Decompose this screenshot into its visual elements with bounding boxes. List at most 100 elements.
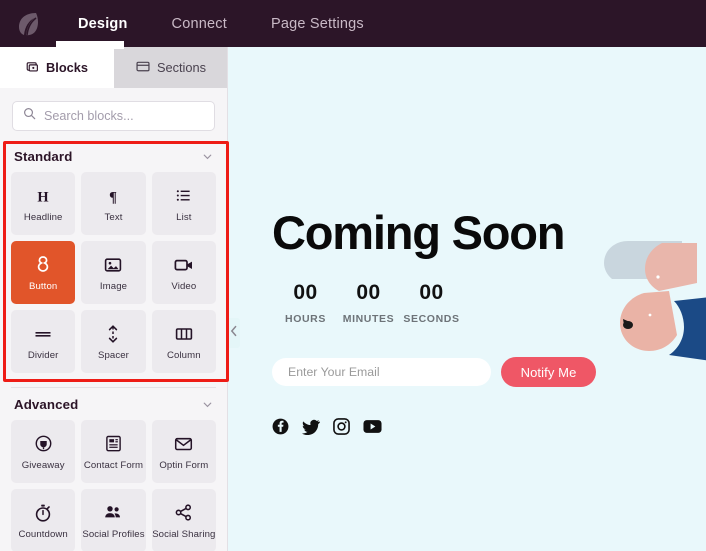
countdown-minutes-value: 00 bbox=[356, 281, 381, 304]
page-preview-canvas: Coming Soon 00 HOURS 00 MINUTES 00 SECON… bbox=[228, 47, 706, 551]
image-icon bbox=[104, 254, 122, 276]
countdown-minutes-label: MINUTES bbox=[342, 313, 395, 325]
block-tile-text-label: Text bbox=[104, 211, 123, 223]
countdown-seconds-value: 00 bbox=[419, 281, 444, 304]
tab-blocks-label: Blocks bbox=[46, 60, 88, 75]
block-tile-divider-label: Divider bbox=[27, 349, 59, 361]
advanced-blocks-grid: Giveaway Contact Form Optin Form Countdo… bbox=[11, 420, 216, 551]
countdown-hours-label: HOURS bbox=[285, 313, 326, 325]
tab-blocks[interactable]: Blocks bbox=[0, 47, 114, 88]
block-tile-headline-label: Headline bbox=[23, 211, 63, 223]
giveaway-icon bbox=[34, 433, 53, 455]
columns-icon bbox=[175, 323, 193, 345]
stopwatch-icon bbox=[34, 502, 52, 524]
countdown-hours-value: 00 bbox=[293, 281, 318, 304]
main-nav-tabs: Design Connect Page Settings bbox=[56, 0, 386, 47]
svg-text:H: H bbox=[38, 189, 49, 205]
block-tile-contact-form[interactable]: Contact Form bbox=[81, 420, 146, 483]
block-tile-spacer[interactable]: Spacer bbox=[81, 310, 146, 373]
block-tile-button[interactable]: Button bbox=[11, 241, 76, 304]
blocks-sidebar: Blocks Sections Search blocks... Standar… bbox=[0, 47, 228, 551]
paragraph-icon: ¶ bbox=[104, 185, 122, 207]
block-tile-social-sharing-label: Social Sharing bbox=[152, 528, 216, 540]
block-tile-social-profiles-label: Social Profiles bbox=[82, 528, 145, 540]
people-icon bbox=[103, 502, 123, 524]
optin-form: Notify Me bbox=[272, 357, 596, 387]
envelope-icon bbox=[174, 433, 193, 455]
block-tile-social-sharing[interactable]: Social Sharing bbox=[151, 489, 216, 551]
nav-tab-design[interactable]: Design bbox=[56, 0, 150, 47]
list-icon bbox=[175, 185, 192, 207]
block-tile-column[interactable]: Column bbox=[151, 310, 216, 373]
search-blocks-box[interactable] bbox=[12, 101, 215, 131]
group-standard-title: Standard bbox=[14, 149, 73, 164]
tab-sections-label: Sections bbox=[156, 60, 207, 75]
nav-tab-connect[interactable]: Connect bbox=[150, 0, 249, 47]
standard-blocks-grid: H Headline ¶ Text List Button Image Vide… bbox=[11, 172, 216, 373]
group-advanced: Advanced Giveaway Contact Form Optin For… bbox=[0, 388, 227, 551]
block-tile-button-label: Button bbox=[28, 280, 58, 292]
block-tile-countdown[interactable]: Countdown bbox=[11, 489, 76, 551]
countdown-unit-minutes: 00 MINUTES bbox=[337, 281, 400, 325]
notify-me-button[interactable]: Notify Me bbox=[501, 357, 596, 387]
chevron-down-icon[interactable] bbox=[201, 150, 214, 163]
youtube-icon[interactable] bbox=[363, 419, 382, 434]
group-advanced-title: Advanced bbox=[14, 397, 79, 412]
block-tile-headline[interactable]: H Headline bbox=[11, 172, 76, 235]
search-input[interactable] bbox=[44, 109, 204, 123]
block-tile-giveaway-label: Giveaway bbox=[21, 459, 65, 471]
button-cursor-icon bbox=[34, 254, 52, 276]
leaf-logo-icon[interactable] bbox=[0, 0, 56, 47]
nav-tab-connect-label: Connect bbox=[171, 15, 227, 32]
nav-tab-page-settings[interactable]: Page Settings bbox=[249, 0, 386, 47]
block-tile-image[interactable]: Image bbox=[81, 241, 146, 304]
nav-tab-page-settings-label: Page Settings bbox=[270, 15, 364, 32]
svg-text:¶: ¶ bbox=[110, 189, 118, 205]
group-standard-header[interactable]: Standard bbox=[11, 140, 216, 172]
search-area bbox=[0, 88, 227, 140]
block-tile-social-profiles[interactable]: Social Profiles bbox=[81, 489, 146, 551]
block-tile-column-label: Column bbox=[166, 349, 201, 361]
block-tile-optin-form[interactable]: Optin Form bbox=[151, 420, 216, 483]
spacer-arrows-icon bbox=[106, 323, 120, 345]
chevron-down-icon[interactable] bbox=[201, 398, 214, 411]
tab-sections[interactable]: Sections bbox=[114, 47, 227, 88]
chevron-left-icon bbox=[230, 324, 238, 342]
block-tile-optin-form-label: Optin Form bbox=[159, 459, 209, 471]
nav-tab-design-label: Design bbox=[78, 15, 128, 32]
block-tile-divider[interactable]: Divider bbox=[11, 310, 76, 373]
active-tab-indicator bbox=[56, 41, 124, 49]
group-advanced-header[interactable]: Advanced bbox=[11, 388, 216, 420]
instagram-icon[interactable] bbox=[333, 418, 350, 435]
sidebar-collapse-handle[interactable] bbox=[227, 318, 240, 348]
block-tile-countdown-label: Countdown bbox=[18, 528, 68, 540]
search-icon bbox=[23, 107, 36, 125]
countdown-seconds-label: SECONDS bbox=[403, 313, 460, 325]
email-input[interactable] bbox=[272, 358, 491, 386]
headline-icon: H bbox=[34, 185, 52, 207]
app-root: Design Connect Page Settings Blocks Sect… bbox=[0, 0, 706, 551]
block-tile-list-label: List bbox=[176, 211, 192, 223]
block-tile-text[interactable]: ¶ Text bbox=[81, 172, 146, 235]
block-tile-image-label: Image bbox=[99, 280, 128, 292]
block-tile-video[interactable]: Video bbox=[151, 241, 216, 304]
facebook-icon[interactable] bbox=[272, 418, 289, 435]
block-tile-spacer-label: Spacer bbox=[97, 349, 129, 361]
hero-illustration bbox=[604, 241, 706, 361]
sidebar-tabs: Blocks Sections bbox=[0, 47, 227, 88]
divider-icon bbox=[33, 323, 53, 345]
group-standard: Standard H Headline ¶ Text List Button I… bbox=[0, 140, 227, 373]
twitter-icon[interactable] bbox=[302, 419, 320, 435]
blocks-icon bbox=[26, 60, 39, 76]
page-title: Coming Soon bbox=[272, 206, 565, 259]
countdown-unit-hours: 00 HOURS bbox=[274, 281, 337, 325]
block-tile-list[interactable]: List bbox=[151, 172, 216, 235]
countdown-unit-seconds: 00 SECONDS bbox=[400, 281, 463, 325]
share-icon bbox=[174, 502, 193, 524]
social-profiles-row bbox=[272, 418, 382, 435]
video-camera-icon bbox=[174, 254, 194, 276]
sections-icon bbox=[136, 60, 150, 76]
block-tile-giveaway[interactable]: Giveaway bbox=[11, 420, 76, 483]
contact-form-icon bbox=[105, 433, 122, 455]
block-tile-contact-form-label: Contact Form bbox=[83, 459, 144, 471]
